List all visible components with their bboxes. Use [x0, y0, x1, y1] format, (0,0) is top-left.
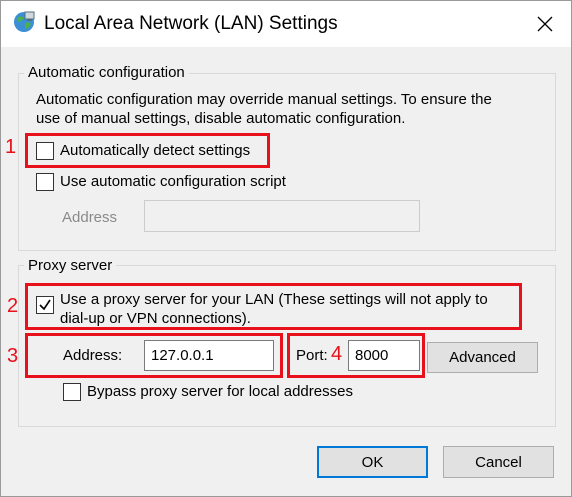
auto-config-script-checkbox[interactable]	[36, 173, 54, 191]
title-bar: Local Area Network (LAN) Settings	[1, 1, 571, 47]
auto-config-script-label[interactable]: Use automatic configuration script	[60, 173, 286, 190]
auto-config-description-line2: use of manual settings, disable automati…	[36, 110, 406, 127]
bypass-local-checkbox[interactable]	[63, 383, 81, 401]
automatic-configuration-label: Automatic configuration	[24, 64, 189, 81]
globe-network-icon	[12, 10, 36, 34]
cancel-button[interactable]: Cancel	[443, 446, 554, 478]
highlight-box-1	[25, 133, 270, 168]
annotation-number-1: 1	[5, 136, 17, 158]
ok-button[interactable]: OK	[317, 446, 428, 478]
proxy-server-label: Proxy server	[24, 257, 117, 274]
annotation-number-2: 2	[7, 295, 19, 317]
annotation-number-3: 3	[7, 345, 19, 367]
highlight-box-4	[287, 333, 425, 378]
bypass-local-label[interactable]: Bypass proxy server for local addresses	[87, 383, 353, 400]
close-icon	[537, 16, 553, 32]
lan-settings-dialog: Local Area Network (LAN) Settings Automa…	[0, 0, 572, 497]
annotation-number-4: 4	[331, 343, 343, 365]
advanced-button[interactable]: Advanced	[427, 342, 538, 373]
highlight-box-3	[25, 333, 283, 378]
highlight-box-2	[25, 283, 522, 330]
window-title: Local Area Network (LAN) Settings	[44, 13, 338, 34]
script-address-field[interactable]	[144, 200, 420, 232]
script-address-label: Address	[62, 209, 118, 226]
close-button[interactable]	[523, 5, 567, 43]
auto-config-description-line1: Automatic configuration may override man…	[36, 91, 492, 108]
